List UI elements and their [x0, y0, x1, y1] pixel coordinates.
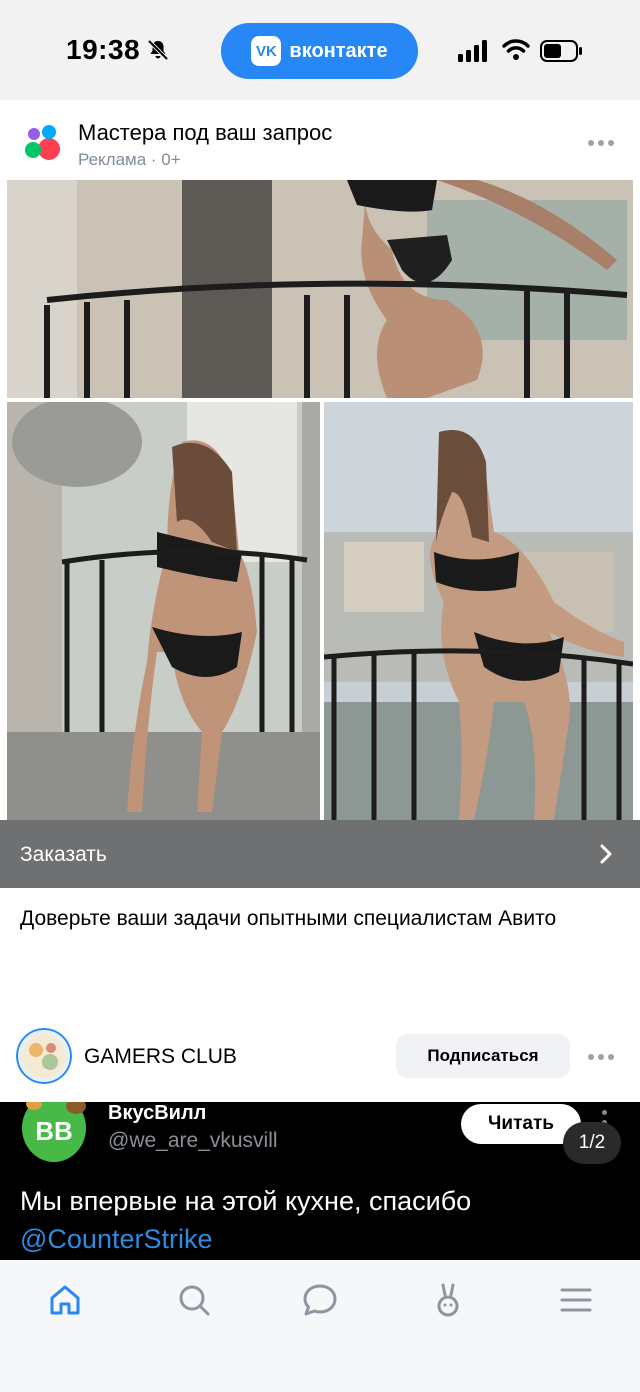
vk-logo-icon: VK	[251, 36, 282, 66]
home-icon	[50, 1285, 80, 1315]
signal-icon	[458, 40, 487, 62]
ad-photo-left[interactable]	[7, 402, 320, 820]
ad-image-collage[interactable]	[0, 180, 640, 820]
bottom-tab-bar	[0, 1260, 640, 1392]
page-indicator: 1/2	[563, 1122, 621, 1164]
avito-logo-icon	[25, 125, 60, 160]
embedded-post[interactable]: ВВ ВкусВилл @we_are_vkusvill Читать 1/2 …	[0, 1102, 640, 1260]
post-author-handle: @we_are_vkusvill	[108, 1129, 278, 1152]
ad-post-header: Мастера под ваш запрос Реклама · 0+	[0, 100, 640, 180]
messages-icon	[303, 1284, 337, 1316]
status-time: 19:38	[66, 34, 141, 65]
bell-muted-icon	[147, 39, 169, 61]
tab-messages[interactable]	[300, 1280, 340, 1320]
post-author-name: ВкусВилл	[108, 1102, 207, 1124]
status-bar: 19:38 VK вконтакте	[0, 0, 640, 100]
ad-photo-right[interactable]	[324, 402, 633, 820]
tab-home[interactable]	[45, 1280, 85, 1320]
menu-icon	[560, 1288, 592, 1312]
more-icon[interactable]	[588, 138, 618, 148]
vk-app-pill[interactable]: VK вконтакте	[221, 23, 418, 79]
tab-menu[interactable]	[556, 1280, 596, 1320]
subscribe-button[interactable]: Подписаться	[396, 1034, 570, 1078]
tab-search[interactable]	[174, 1280, 214, 1320]
chevron-right-icon	[600, 844, 612, 864]
clips-icon	[437, 1283, 459, 1317]
vkusvill-avatar-text: ВВ	[35, 1116, 73, 1146]
ad-title[interactable]: Мастера под ваш запрос	[78, 120, 332, 146]
order-cta-button[interactable]: Заказать	[0, 820, 640, 888]
community-name[interactable]: GAMERS CLUB	[84, 1045, 237, 1069]
post-mention-link[interactable]: @CounterStrike	[20, 1220, 620, 1258]
wifi-icon	[502, 39, 530, 60]
post-text: Мы впервые на этой кухне, спасибо @Count…	[20, 1182, 620, 1258]
search-icon	[179, 1285, 210, 1316]
community-more-icon[interactable]	[588, 1052, 618, 1062]
ad-photo-top[interactable]	[7, 180, 633, 398]
vk-pill-label: вконтакте	[289, 39, 388, 62]
battery-icon	[540, 40, 582, 62]
tab-clips[interactable]	[428, 1280, 468, 1320]
post-body: Мы впервые на этой кухне, спасибо	[20, 1186, 472, 1216]
gamers-club-avatar[interactable]	[16, 1028, 72, 1084]
ad-description: Доверьте ваши задачи опытными специалист…	[20, 907, 557, 930]
ad-meta: Реклама · 0+	[78, 150, 181, 169]
order-cta-label: Заказать	[20, 843, 107, 866]
